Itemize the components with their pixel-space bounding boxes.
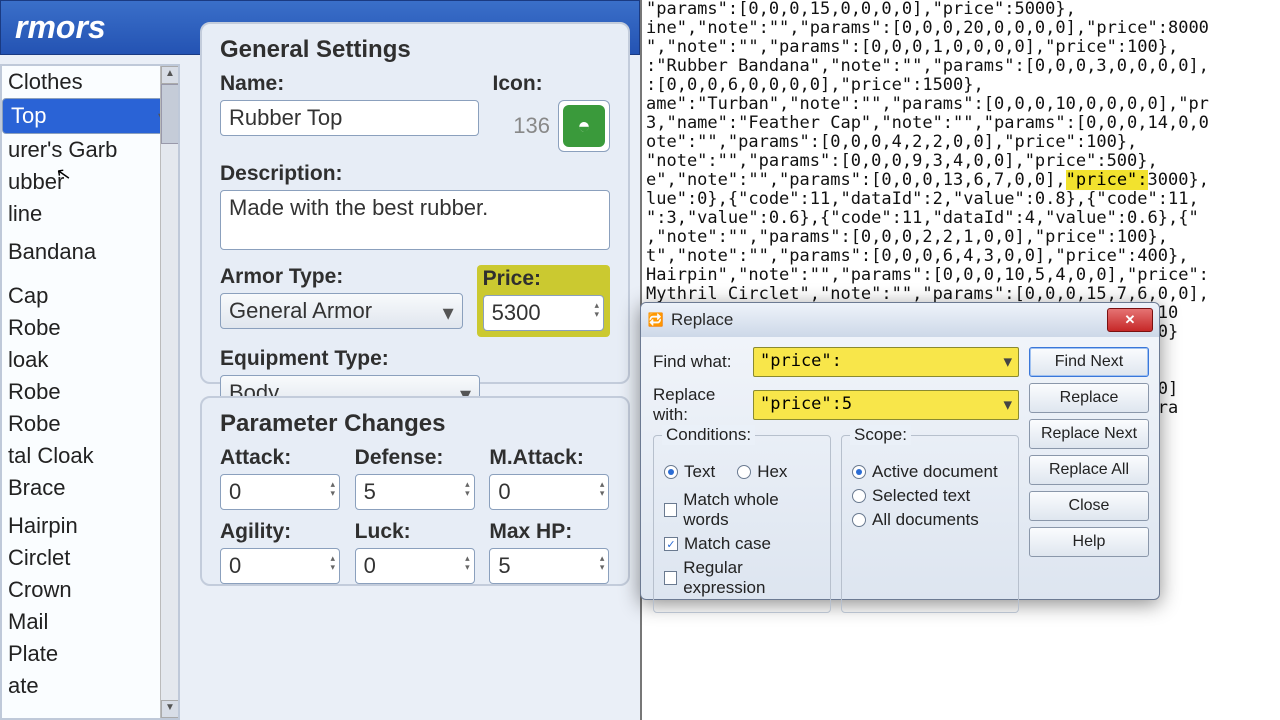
replace-dialog: 🔁 Replace ✕ Find what: "price": Replace … [640, 302, 1160, 600]
armor-icon: ◓ [563, 105, 605, 147]
general-title: General Settings [220, 36, 610, 64]
list-item[interactable]: Cap [2, 280, 178, 312]
price-label: Price: [483, 267, 604, 291]
selected-text-radio[interactable]: Selected text [852, 486, 1008, 506]
find-next-button[interactable]: Find Next [1029, 347, 1149, 377]
list-item[interactable]: ate [2, 670, 178, 702]
list-item[interactable]: urer's Garb [2, 134, 178, 166]
list-item[interactable]: Robe [2, 312, 178, 344]
luck-input[interactable]: 0 [355, 548, 475, 584]
list-scrollbar[interactable]: ▲ ▼ [160, 66, 178, 718]
hex-radio[interactable]: Hex [737, 462, 787, 482]
list-item[interactable]: Robe [2, 408, 178, 440]
icon-label: Icon: [493, 72, 543, 96]
replace-with-label: Replace with: [653, 385, 753, 425]
general-settings-panel: General Settings Name: Icon: 136 ◓ Descr… [200, 22, 630, 384]
scope-title: Scope: [850, 425, 911, 445]
close-dlg-button[interactable]: Close [1029, 491, 1149, 521]
list-item[interactable]: Mail [2, 606, 178, 638]
list-item[interactable]: Plate [2, 638, 178, 670]
agility-input[interactable]: 0 [220, 548, 340, 584]
desc-input[interactable] [220, 190, 610, 250]
dialog-titlebar[interactable]: 🔁 Replace ✕ [641, 303, 1159, 337]
list-item[interactable]: Clothes [2, 66, 178, 98]
replace-next-button[interactable]: Replace Next [1029, 419, 1149, 449]
defense-label: Defense: [355, 446, 476, 470]
conditions-title: Conditions: [662, 425, 755, 445]
dialog-title: Replace [671, 310, 733, 330]
list-item[interactable]: Robe [2, 376, 178, 408]
replace-button[interactable]: Replace [1029, 383, 1149, 413]
desc-label: Description: [220, 162, 610, 186]
icon-picker[interactable]: ◓ [558, 100, 610, 152]
whole-words-check[interactable]: Match whole words [664, 490, 820, 530]
all-docs-radio[interactable]: All documents [852, 510, 1008, 530]
find-what-input[interactable]: "price": [753, 347, 1019, 377]
name-input[interactable] [220, 100, 479, 136]
list-item[interactable]: tal Cloak [2, 440, 178, 472]
icon-index: 136 [513, 113, 550, 139]
active-doc-radio[interactable]: Active document [852, 462, 1008, 482]
params-title: Parameter Changes [220, 410, 610, 438]
scope-group: Scope: Active document Selected text All… [841, 435, 1019, 613]
list-item[interactable]: Brace [2, 472, 178, 504]
list-item[interactable]: ubber [2, 166, 178, 198]
maxhp-label: Max HP: [489, 520, 610, 544]
defense-input[interactable]: 5 [355, 474, 475, 510]
list-item[interactable]: Hairpin [2, 510, 178, 542]
close-button[interactable]: ✕ [1107, 308, 1153, 332]
list-item[interactable]: loak [2, 344, 178, 376]
scroll-down-icon[interactable]: ▼ [161, 700, 179, 718]
list-item[interactable]: line [2, 198, 178, 230]
replace-all-button[interactable]: Replace All [1029, 455, 1149, 485]
list-item[interactable]: Bandana [2, 236, 178, 268]
scroll-up-icon[interactable]: ▲ [161, 66, 179, 84]
armor-list[interactable]: ClothesTopurer's Garbubberline Bandana Cap… [0, 64, 180, 720]
agility-label: Agility: [220, 520, 341, 544]
replace-with-input[interactable]: "price":5 [753, 390, 1019, 420]
price-input[interactable]: 5300 [483, 295, 604, 331]
attack-input[interactable]: 0 [220, 474, 340, 510]
list-item[interactable]: Circlet [2, 542, 178, 574]
equip-type-label: Equipment Type: [220, 347, 610, 371]
attack-label: Attack: [220, 446, 341, 470]
luck-label: Luck: [355, 520, 476, 544]
name-label: Name: [220, 72, 479, 96]
matk-input[interactable]: 0 [489, 474, 609, 510]
maxhp-input[interactable]: 5 [489, 548, 609, 584]
help-button[interactable]: Help [1029, 527, 1149, 557]
replace-icon: 🔁 [647, 311, 665, 329]
match-case-check[interactable]: ✓Match case [664, 534, 820, 554]
regex-check[interactable]: Regular expression [664, 558, 820, 598]
text-radio[interactable]: Text [664, 462, 715, 482]
scroll-thumb[interactable] [161, 84, 179, 144]
conditions-group: Conditions: Text Hex Match whole words ✓… [653, 435, 831, 613]
armor-type-label: Armor Type: [220, 265, 463, 289]
param-changes-panel: Parameter Changes Attack: 0 Defense: 5 M.A… [200, 396, 630, 586]
list-item[interactable]: Crown [2, 574, 178, 606]
list-item[interactable]: Top [2, 98, 178, 134]
armor-type-select[interactable]: General Armor [220, 293, 463, 329]
find-what-label: Find what: [653, 352, 753, 372]
matk-label: M.Attack: [489, 446, 610, 470]
